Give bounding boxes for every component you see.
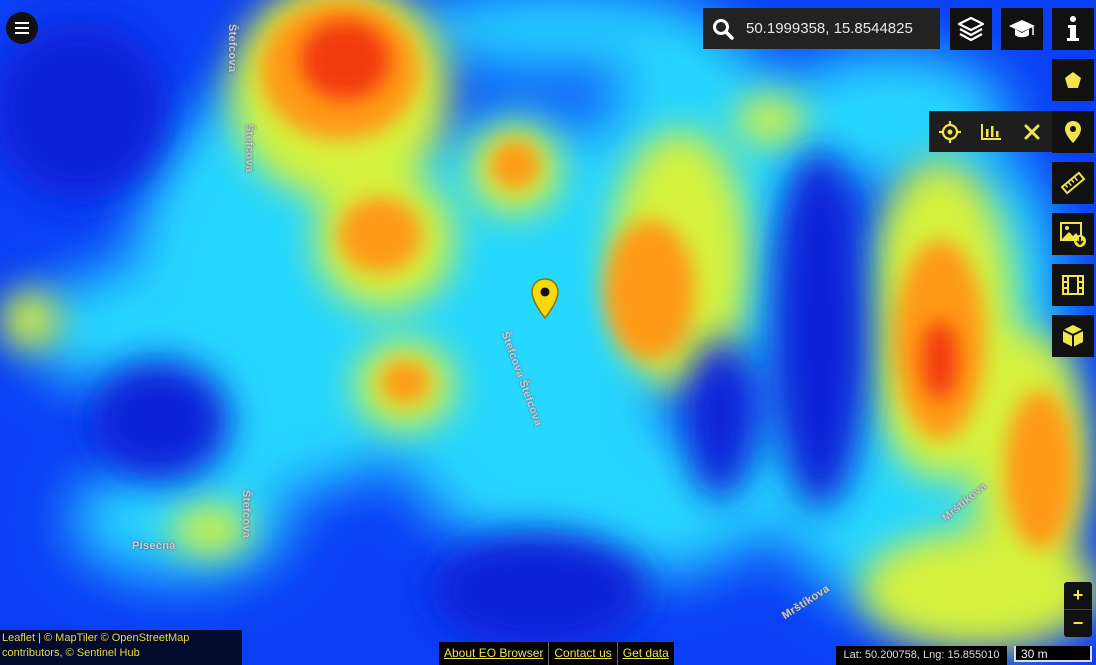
- get-data-link[interactable]: Get data: [616, 642, 674, 665]
- street-label: Písečná: [132, 540, 176, 552]
- bar-chart-icon: [980, 123, 1001, 140]
- close-icon: [1024, 124, 1039, 139]
- zoom-control: + −: [1064, 582, 1092, 637]
- about-link[interactable]: About EO Browser: [439, 642, 548, 665]
- info-button[interactable]: [1052, 8, 1094, 50]
- pentagon-icon: [1065, 72, 1081, 88]
- poi-button[interactable]: [1052, 111, 1094, 153]
- search-input[interactable]: [742, 20, 940, 37]
- education-button[interactable]: [1001, 8, 1043, 50]
- contact-link[interactable]: Contact us: [548, 642, 616, 665]
- search-bar: [703, 8, 940, 49]
- attribution-line[interactable]: Leaflet | © MapTiler © OpenStreetMap: [2, 631, 240, 646]
- center-pin-button[interactable]: [932, 114, 968, 150]
- zoom-out-button[interactable]: −: [1064, 609, 1092, 637]
- crosshair-icon: [938, 120, 961, 143]
- attribution-line[interactable]: contributors, © Sentinel Hub: [2, 646, 240, 661]
- menu-button[interactable]: [6, 12, 38, 44]
- graduation-cap-icon: [1009, 20, 1035, 38]
- street-label: Štefcova: [240, 490, 252, 539]
- map-canvas[interactable]: Štefcova Štefcova Štefcova Štefcova Štef…: [0, 0, 1096, 665]
- 3d-view-button[interactable]: [1052, 315, 1094, 357]
- hamburger-icon: [15, 22, 29, 34]
- layers-icon: [957, 16, 985, 42]
- heatmap-layer: [0, 0, 1096, 665]
- pin-toolbar: [929, 111, 1052, 152]
- timelapse-button[interactable]: [1052, 264, 1094, 306]
- search-icon: [712, 18, 734, 40]
- image-download-button[interactable]: [1052, 213, 1094, 255]
- cursor-coordinates: Lat: 50.200758, Lng: 15.855010: [836, 646, 1007, 665]
- map-attribution: Leaflet | © MapTiler © OpenStreetMap con…: [0, 630, 242, 665]
- layers-button[interactable]: [950, 8, 992, 50]
- info-icon: [1067, 16, 1079, 41]
- zoom-in-button[interactable]: +: [1064, 582, 1092, 609]
- map-marker-icon[interactable]: [530, 278, 560, 320]
- remove-pin-button[interactable]: [1014, 114, 1050, 150]
- film-icon: [1062, 275, 1084, 295]
- street-label: Štefcova: [243, 124, 255, 173]
- scale-bar: 30 m: [1014, 646, 1092, 662]
- measure-button[interactable]: [1052, 162, 1094, 204]
- ruler-icon: [1060, 171, 1086, 195]
- search-button[interactable]: [703, 8, 742, 49]
- cube-icon: [1062, 325, 1084, 347]
- street-label: Štefcova: [226, 24, 238, 73]
- footer-links: About EO Browser Contact us Get data: [439, 642, 674, 665]
- statistics-button[interactable]: [973, 114, 1009, 150]
- aoi-button[interactable]: [1052, 59, 1094, 101]
- image-download-icon: [1060, 222, 1086, 247]
- map-marker-icon: [1065, 121, 1081, 143]
